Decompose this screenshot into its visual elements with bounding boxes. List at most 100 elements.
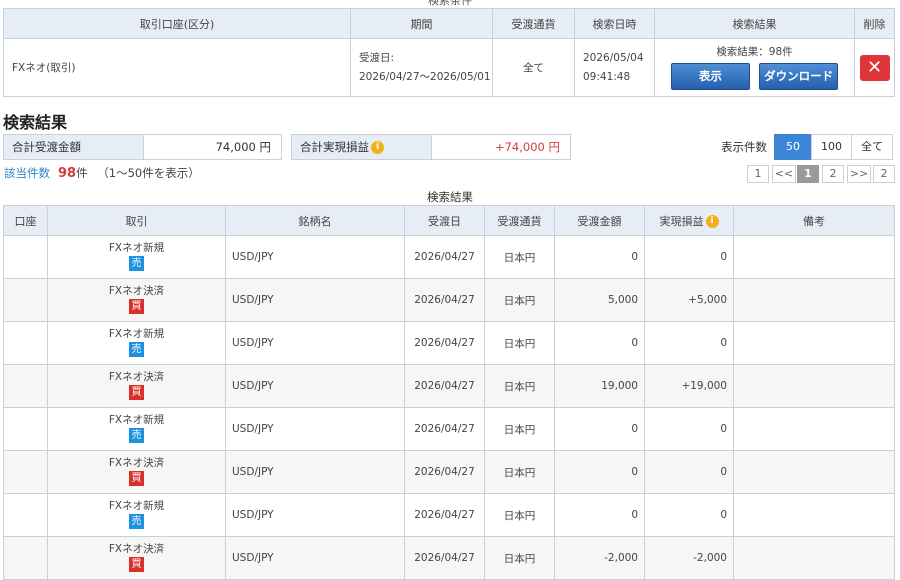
symbol-cell: USD/JPY <box>225 407 405 451</box>
col-search-date-header: 検索日時 <box>574 8 655 39</box>
show-button[interactable]: 表示 <box>670 62 750 90</box>
delivery-currency-cell: 日本円 <box>484 493 555 537</box>
col-remarks: 備考 <box>733 205 895 236</box>
trade-cell: FXネオ決済買 <box>47 450 226 494</box>
search-datetime-cell: 2026/05/04 09:41:48 <box>574 38 655 97</box>
col-trade: 取引 <box>47 205 226 236</box>
side-badge: 買 <box>129 385 144 400</box>
hits-range: （1〜50件を表示） <box>97 166 200 180</box>
delivery-currency-cell: 日本円 <box>484 407 555 451</box>
realized-pl-cell: 0 <box>644 321 734 365</box>
display-count-label: 表示件数 <box>721 140 767 154</box>
total-delivery-label: 合計受渡金額 <box>4 135 144 159</box>
side-badge: 買 <box>129 471 144 486</box>
table-row: FXネオ決済買 USD/JPY 2026/04/27 日本円 -2,000 -2,000 <box>3 536 895 580</box>
info-icon[interactable]: i <box>705 215 719 228</box>
col-realized-pl: 実現損益 i <box>644 205 734 236</box>
side-badge: 買 <box>129 299 144 314</box>
col-currency-header: 受渡通貨 <box>492 8 575 39</box>
delivery-amount-cell: 0 <box>554 407 645 451</box>
realized-pl-cell: 0 <box>644 450 734 494</box>
delivery-currency-cell: 日本円 <box>484 536 555 580</box>
trade-name: FXネオ新規 <box>108 414 165 426</box>
delivery-date-cell: 2026/04/27 <box>404 493 485 537</box>
symbol-cell: USD/JPY <box>225 536 405 580</box>
side-badge: 売 <box>129 428 144 443</box>
pagination-current-page: 1 <box>797 165 819 183</box>
account-cell: FXネオ(取引) <box>3 38 351 97</box>
account-cell <box>3 536 48 580</box>
remarks-cell <box>733 493 895 537</box>
table-row: FXネオ新規売 USD/JPY 2026/04/27 日本円 0 0 <box>3 493 895 537</box>
hits-count: 98 <box>58 166 77 181</box>
trade-name: FXネオ決済 <box>108 371 165 383</box>
symbol-cell: USD/JPY <box>225 278 405 322</box>
col-delivery-amount: 受渡金額 <box>554 205 645 236</box>
delivery-currency-cell: 日本円 <box>484 321 555 365</box>
pagination-last-page[interactable]: 2 <box>873 165 895 183</box>
delivery-amount-cell: 0 <box>554 321 645 365</box>
delivery-currency-cell: 日本円 <box>484 278 555 322</box>
delivery-date-cell: 2026/04/27 <box>404 536 485 580</box>
col-account-header: 取引口座(区分) <box>3 8 351 39</box>
delivery-date-cell: 2026/04/27 <box>404 321 485 365</box>
delete-button[interactable]: ✕ <box>859 54 890 81</box>
account-cell <box>3 493 48 537</box>
search-conditions-caption: 検索条件 <box>428 0 472 7</box>
hits-label[interactable]: 該当件数 <box>4 166 50 180</box>
total-pl-label: 合計実現損益 <box>300 140 369 154</box>
info-icon[interactable]: i <box>371 141 384 154</box>
display-count-50[interactable]: 50 <box>774 134 812 160</box>
col-search-result-header: 検索結果 <box>654 8 855 39</box>
realized-pl-cell: +5,000 <box>644 278 734 322</box>
delivery-date-cell: 2026/04/27 <box>404 450 485 494</box>
account-cell <box>3 278 48 322</box>
symbol-cell: USD/JPY <box>225 364 405 408</box>
trade-name: FXネオ新規 <box>108 242 165 254</box>
search-result-cell: 検索結果：98件 表示 ダウンロード <box>654 38 855 97</box>
symbol-cell: USD/JPY <box>225 493 405 537</box>
display-count-all[interactable]: 全て <box>851 134 893 160</box>
col-delete-header: 削除 <box>854 8 895 39</box>
pagination-next-button[interactable]: >> <box>847 165 871 183</box>
trade-name: FXネオ決済 <box>108 457 165 469</box>
delivery-amount-cell: -2,000 <box>554 536 645 580</box>
download-button[interactable]: ダウンロード <box>759 62 839 90</box>
delivery-currency-cell: 日本円 <box>484 235 555 279</box>
table-row: FXネオ新規売 USD/JPY 2026/04/27 日本円 0 0 <box>3 407 895 451</box>
symbol-cell: USD/JPY <box>225 450 405 494</box>
delivery-amount-cell: 0 <box>554 493 645 537</box>
remarks-cell <box>733 321 895 365</box>
remarks-cell <box>733 450 895 494</box>
account-cell <box>3 321 48 365</box>
side-badge: 買 <box>129 557 144 572</box>
pagination-first-page[interactable]: 1 <box>747 165 769 183</box>
trade-name: FXネオ新規 <box>108 500 165 512</box>
side-badge: 売 <box>129 256 144 271</box>
trade-cell: FXネオ新規売 <box>47 407 226 451</box>
delivery-currency-cell: 日本円 <box>484 364 555 408</box>
remarks-cell <box>733 278 895 322</box>
trade-cell: FXネオ新規売 <box>47 493 226 537</box>
delivery-amount-cell: 5,000 <box>554 278 645 322</box>
side-badge: 売 <box>129 514 144 529</box>
close-icon: ✕ <box>866 56 883 78</box>
side-badge: 売 <box>129 342 144 357</box>
display-count-100[interactable]: 100 <box>811 134 852 160</box>
table-row: FXネオ決済買 USD/JPY 2026/04/27 日本円 19,000 +19,000 <box>3 364 895 408</box>
currency-cell: 全て <box>492 38 575 97</box>
period-label: 受渡日: <box>359 51 395 64</box>
account-cell <box>3 364 48 408</box>
realized-pl-cell: 0 <box>644 407 734 451</box>
pagination-prev-button[interactable]: << <box>772 165 796 183</box>
results-table-caption: 検索結果 <box>427 190 473 204</box>
search-date: 2026/05/04 <box>583 51 644 64</box>
table-row: FXネオ新規売 USD/JPY 2026/04/27 日本円 0 0 <box>3 321 895 365</box>
remarks-cell <box>733 536 895 580</box>
pagination-page-2[interactable]: 2 <box>822 165 844 183</box>
trade-cell: FXネオ新規売 <box>47 235 226 279</box>
col-delivery-date: 受渡日 <box>404 205 485 236</box>
trade-cell: FXネオ決済買 <box>47 278 226 322</box>
trade-name: FXネオ決済 <box>108 285 165 297</box>
hits-unit: 件 <box>76 166 88 180</box>
